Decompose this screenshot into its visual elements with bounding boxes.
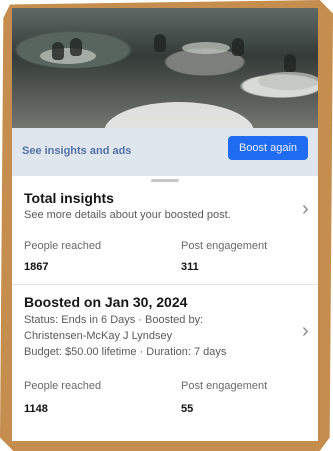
- total-insights-title[interactable]: Total insights: [24, 190, 114, 206]
- post-engagement-value: 55: [181, 403, 194, 415]
- section-divider: [12, 284, 318, 285]
- people-reached-label: People reached: [24, 240, 102, 252]
- photo-table: [40, 48, 96, 64]
- chevron-right-icon[interactable]: ›: [302, 320, 309, 343]
- post-insights-card: See insights and ads Boost again Total i…: [12, 8, 318, 441]
- photo-person: [284, 54, 296, 72]
- people-reached-value: 1148: [24, 403, 48, 415]
- boosted-by-name: Christensen-McKay J Lyndsey: [24, 330, 173, 342]
- boosted-title[interactable]: Boosted on Jan 30, 2024: [24, 294, 187, 310]
- post-engagement-label: Post engagement: [181, 240, 268, 252]
- chevron-right-icon[interactable]: ›: [302, 198, 309, 221]
- boost-budget-line: Budget: $50.00 lifetime · Duration: 7 da…: [24, 346, 227, 358]
- people-reached-label: People reached: [24, 380, 102, 392]
- photo-person: [52, 42, 64, 60]
- photo-person: [154, 34, 166, 52]
- drag-handle[interactable]: [151, 179, 179, 182]
- post-photo: [12, 8, 318, 162]
- photo-person: [70, 38, 82, 56]
- photo-table: [258, 72, 318, 90]
- total-insights-subtitle: See more details about your boosted post…: [24, 209, 231, 221]
- post-engagement-value: 311: [181, 261, 199, 273]
- photo-table: [182, 42, 230, 54]
- photo-person: [232, 38, 244, 56]
- post-engagement-label: Post engagement: [181, 380, 268, 392]
- see-insights-link[interactable]: See insights and ads: [22, 145, 131, 157]
- people-reached-value: 1867: [24, 261, 49, 273]
- boost-again-button[interactable]: Boost again: [228, 136, 308, 160]
- boost-status-line: Status: Ends in 6 Days · Boosted by:: [24, 314, 204, 326]
